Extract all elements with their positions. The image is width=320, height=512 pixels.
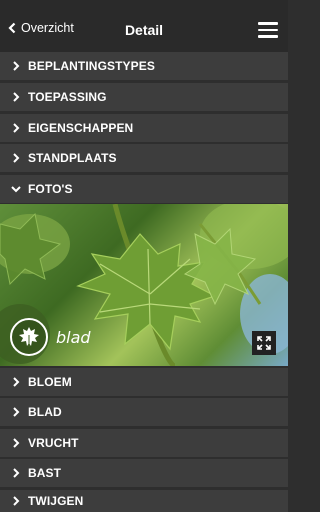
section-vrucht[interactable]: VRUCHT — [0, 429, 288, 457]
chevron-right-icon — [10, 406, 22, 418]
section-standplaats[interactable]: STANDPLAATS — [0, 144, 288, 172]
section-label: TWIJGEN — [28, 494, 84, 508]
chevron-right-icon — [10, 437, 22, 449]
chevron-right-icon — [10, 152, 22, 164]
section-bloem[interactable]: BLOEM — [0, 368, 288, 396]
chevron-right-icon — [10, 122, 22, 134]
chevron-down-icon — [10, 183, 22, 195]
section-label: STANDPLAATS — [28, 151, 117, 165]
photo-caption-group: blad — [10, 318, 91, 356]
section-fotos[interactable]: FOTO'S — [0, 175, 288, 203]
chevron-right-icon — [10, 495, 22, 507]
chevron-right-icon — [10, 60, 22, 72]
section-label: VRUCHT — [28, 436, 79, 450]
section-label: BLAD — [28, 405, 62, 419]
section-label: BAST — [28, 466, 62, 480]
top-bar: Overzicht Detail — [0, 0, 288, 52]
section-toepassing[interactable]: TOEPASSING — [0, 83, 288, 111]
fullscreen-icon[interactable] — [252, 331, 276, 355]
photo-caption: blad — [56, 327, 91, 347]
section-label: TOEPASSING — [28, 90, 107, 104]
section-label: FOTO'S — [28, 182, 73, 196]
section-eigenschappen[interactable]: EIGENSCHAPPEN — [0, 114, 288, 142]
section-bast[interactable]: BAST — [0, 459, 288, 487]
menu-icon[interactable] — [258, 22, 278, 38]
section-label: EIGENSCHAPPEN — [28, 121, 134, 135]
chevron-right-icon — [10, 376, 22, 388]
section-blad[interactable]: BLAD — [0, 398, 288, 426]
page-title: Detail — [124, 22, 164, 38]
section-label: BLOEM — [28, 375, 72, 389]
section-label: BEPLANTINGSTYPES — [28, 59, 155, 73]
section-beplantingstypes[interactable]: BEPLANTINGSTYPES — [0, 52, 288, 80]
section-twijgen[interactable]: TWIJGEN — [0, 490, 288, 512]
chevron-right-icon — [10, 91, 22, 103]
leaf-icon[interactable] — [10, 318, 48, 356]
chevron-right-icon — [10, 467, 22, 479]
